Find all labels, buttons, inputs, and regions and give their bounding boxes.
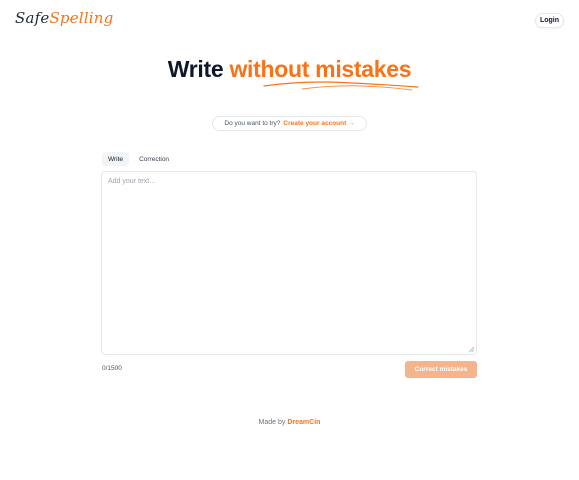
login-button[interactable]: Login	[535, 13, 564, 28]
logo-text-spelling: Spelling	[49, 9, 114, 27]
footer: Made by DreamCin	[0, 419, 579, 426]
text-editor	[101, 171, 477, 355]
mode-tabs: Write Correction	[102, 152, 175, 166]
resize-grip-icon[interactable]	[468, 346, 474, 352]
promo-question: Do you want to try?	[224, 120, 281, 127]
title-plain: Write	[167, 56, 230, 82]
character-counter: 0/1500	[102, 365, 122, 372]
tab-correction[interactable]: Correction	[133, 152, 175, 166]
text-input[interactable]	[102, 172, 476, 354]
logo-text-safe: Safe	[15, 9, 50, 27]
correct-mistakes-button[interactable]: Correct mistakes	[405, 361, 477, 378]
footer-prefix: Made by	[258, 419, 286, 426]
underline-squiggle	[263, 81, 419, 91]
footer-brand-link[interactable]: DreamCin	[287, 419, 320, 426]
header: SafeSpelling Login	[0, 0, 579, 40]
logo[interactable]: SafeSpelling	[15, 9, 113, 27]
create-account-link[interactable]: Create your account →	[283, 120, 354, 127]
create-account-pill: Do you want to try? Create your account …	[212, 116, 367, 131]
tab-write[interactable]: Write	[102, 152, 130, 166]
